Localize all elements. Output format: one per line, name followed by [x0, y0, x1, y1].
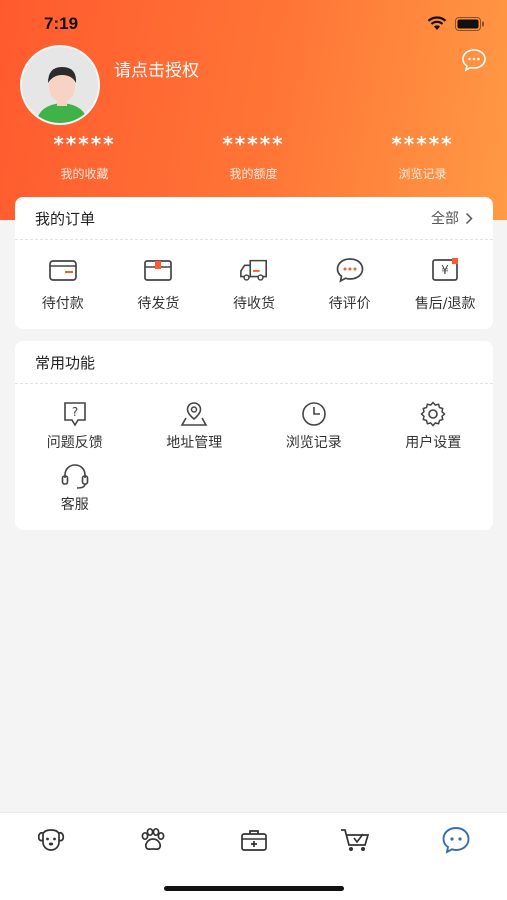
function-settings[interactable]: 用户设置	[374, 400, 494, 452]
tab-medical[interactable]	[203, 827, 304, 853]
orders-all-label: 全部	[431, 211, 459, 227]
stat-quota[interactable]: ***** 我的额度	[169, 130, 338, 182]
feedback-icon: ?	[63, 402, 86, 427]
order-label: 待付款	[41, 296, 84, 312]
functions-title: 常用功能	[35, 353, 96, 372]
function-feedback[interactable]: ? 问题反馈	[15, 400, 135, 452]
order-label: 待收货	[232, 296, 275, 312]
clock-icon	[301, 402, 326, 426]
home-indicator	[164, 886, 344, 891]
functions-header: 常用功能	[15, 341, 493, 384]
package-icon	[144, 260, 173, 281]
order-label: 待发货	[137, 296, 180, 312]
tab-chat[interactable]	[406, 826, 507, 854]
medical-kit-icon	[240, 830, 267, 851]
order-pending-payment[interactable]: 待付款	[15, 256, 111, 313]
avatar[interactable]	[20, 45, 100, 125]
refund-icon: ¥	[432, 258, 459, 281]
stat-value: *****	[391, 132, 454, 156]
functions-grid: ? 问题反馈 地址管理 浏览记录 用户设置 客服	[15, 384, 493, 514]
battery-icon	[455, 16, 484, 31]
order-pending-review[interactable]: 待评价	[302, 256, 398, 313]
order-pending-receipt[interactable]: 待收货	[206, 256, 302, 313]
svg-text:¥: ¥	[441, 263, 449, 277]
order-pending-shipment[interactable]: 待发货	[111, 256, 207, 313]
function-label: 用户设置	[405, 435, 462, 451]
order-after-sales[interactable]: ¥ 售后/退款	[397, 256, 493, 313]
authorize-prompt[interactable]: 请点击授权	[114, 56, 199, 81]
stat-label: 我的收藏	[60, 167, 109, 181]
orders-card: 我的订单 全部 待付款 待发货 待收货 待评价 ¥ 售后/退款	[15, 197, 493, 329]
stat-favorites[interactable]: ***** 我的收藏	[0, 130, 169, 182]
cart-icon	[340, 829, 370, 851]
function-customer-service[interactable]: 客服	[15, 462, 135, 514]
paw-icon	[141, 827, 165, 851]
wifi-icon	[427, 16, 447, 30]
status-icons	[427, 16, 485, 31]
stat-history[interactable]: ***** 浏览记录	[338, 130, 507, 182]
wallet-icon	[48, 260, 77, 281]
chevron-right-icon	[465, 212, 473, 224]
stat-value: *****	[222, 132, 285, 156]
location-icon	[180, 402, 208, 426]
order-label: 售后/退款	[414, 296, 476, 312]
gear-icon	[420, 401, 446, 427]
order-status-row: 待付款 待发货 待收货 待评价 ¥ 售后/退款	[15, 240, 493, 313]
function-label: 地址管理	[166, 435, 223, 451]
status-bar: 7:19	[0, 0, 507, 48]
message-icon	[462, 49, 486, 72]
order-label: 待评价	[328, 296, 371, 312]
orders-all-link[interactable]: 全部	[431, 208, 473, 228]
stat-label: 我的额度	[229, 167, 278, 181]
orders-header: 我的订单 全部	[15, 197, 493, 240]
orders-title: 我的订单	[35, 209, 96, 228]
stat-label: 浏览记录	[398, 167, 447, 181]
chat-icon	[442, 827, 470, 854]
truck-icon	[240, 259, 267, 281]
tab-cart[interactable]	[304, 827, 405, 853]
stats-row: ***** 我的收藏 ***** 我的额度 ***** 浏览记录	[0, 130, 507, 182]
headset-icon	[61, 464, 89, 489]
dog-icon	[37, 829, 64, 851]
svg-text:?: ?	[72, 405, 78, 419]
function-address[interactable]: 地址管理	[135, 400, 255, 452]
message-button[interactable]	[461, 48, 487, 76]
tab-dog[interactable]	[0, 827, 101, 853]
functions-card: 常用功能 ? 问题反馈 地址管理 浏览记录 用户设置 客服	[15, 341, 493, 530]
tab-paw[interactable]	[101, 827, 202, 853]
function-label: 客服	[60, 497, 89, 513]
status-time: 7:19	[44, 14, 79, 33]
function-label: 浏览记录	[285, 435, 342, 451]
function-label: 问题反馈	[46, 435, 103, 451]
function-history[interactable]: 浏览记录	[254, 400, 374, 452]
stat-value: *****	[53, 132, 116, 156]
comment-icon	[336, 258, 363, 283]
